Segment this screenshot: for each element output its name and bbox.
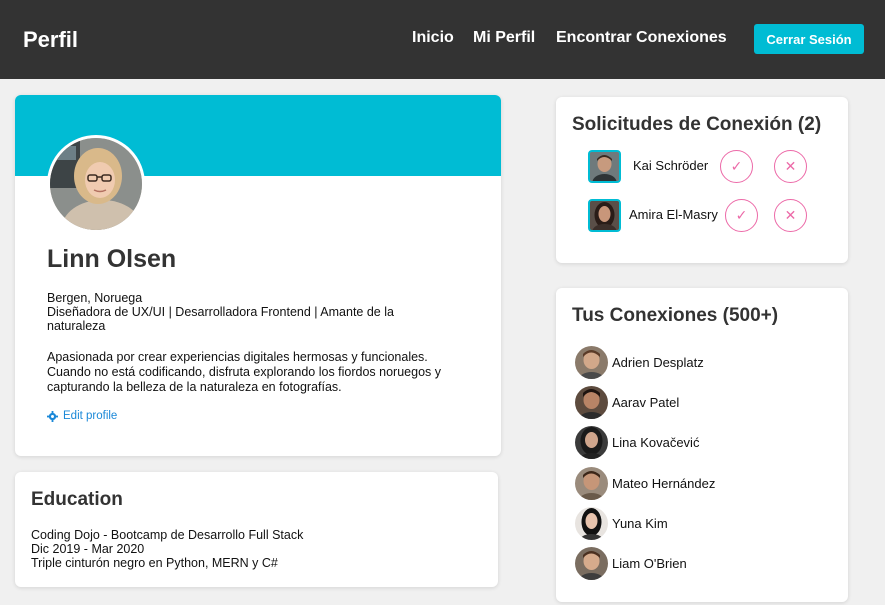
connections-title: Tus Conexiones (500+) [572, 305, 779, 326]
connection-requests-card: Solicitudes de Conexión (2) Kai Schröder… [556, 97, 848, 263]
profile-headline: Diseñadora de UX/UI | Desarrolladora Fro… [47, 305, 394, 333]
education-note: Triple cinturón negro en Python, MERN y … [31, 556, 278, 570]
avatar [588, 150, 621, 183]
avatar [588, 199, 621, 232]
check-icon: ✓ [730, 158, 743, 175]
logout-button[interactable]: Cerrar Sesión [754, 24, 864, 54]
connection-name: Aarav Patel [612, 394, 680, 410]
reject-request-button[interactable]: ✕ [774, 199, 807, 232]
request-row: Kai Schröder ✓ ✕ [556, 148, 848, 183]
connection-item[interactable]: Adrien Desplatz [575, 345, 704, 379]
connection-item[interactable]: Lina Kovačević [575, 425, 699, 459]
accept-request-button[interactable]: ✓ [725, 199, 758, 232]
education-title: Education [31, 489, 123, 510]
avatar [575, 385, 608, 419]
profile-meta: Bergen, Noruega Diseñadora de UX/UI | De… [47, 291, 447, 333]
accept-request-button[interactable]: ✓ [720, 150, 753, 183]
connection-item[interactable]: Aarav Patel [575, 385, 679, 419]
check-icon: ✓ [735, 207, 748, 224]
nav-link-encontrar-conexiones[interactable]: Encontrar Conexiones [556, 29, 727, 47]
edit-profile-link[interactable]: Edit profile [47, 410, 117, 422]
connection-item[interactable]: Yuna Kim [575, 506, 668, 540]
connection-name: Mateo Hernández [612, 475, 716, 491]
brand-title: Perfil [23, 27, 79, 52]
profile-location: Bergen, Noruega [47, 291, 143, 305]
connection-name: Yuna Kim [612, 515, 668, 531]
profile-card: Linn Olsen Bergen, Noruega Diseñadora de… [15, 95, 501, 456]
avatar [575, 425, 608, 459]
close-icon: ✕ [784, 158, 797, 175]
avatar [575, 506, 608, 540]
close-icon: ✕ [784, 207, 797, 224]
connection-name: Adrien Desplatz [612, 354, 704, 370]
edit-profile-label: Edit profile [63, 410, 118, 422]
top-navbar: Perfil Inicio Mi Perfil Encontrar Conexi… [0, 0, 885, 79]
connection-name: Lina Kovačević [612, 434, 700, 450]
avatar [575, 546, 608, 580]
nav-link-mi-perfil[interactable]: Mi Perfil [473, 29, 535, 47]
education-program: Coding Dojo - Bootcamp de Desarrollo Ful… [31, 528, 304, 542]
request-name: Kai Schröder [633, 158, 709, 173]
gear-icon [47, 410, 58, 422]
connection-item[interactable]: Mateo Hernández [575, 466, 715, 500]
nav-link-inicio[interactable]: Inicio [412, 29, 454, 47]
profile-bio: Apasionada por crear experiencias digita… [47, 350, 442, 394]
request-row: Amira El-Masry ✓ ✕ [556, 197, 848, 232]
connections-card: Tus Conexiones (500+) Adrien Desplatz Aa… [556, 288, 848, 602]
education-dates: Dic 2019 - Mar 2020 [31, 542, 145, 556]
connection-item[interactable]: Liam O'Brien [575, 546, 687, 580]
education-details: Coding Dojo - Bootcamp de Desarrollo Ful… [31, 528, 303, 570]
avatar [575, 345, 608, 379]
reject-request-button[interactable]: ✕ [774, 150, 807, 183]
avatar [575, 466, 608, 500]
request-name: Amira El-Masry [629, 207, 718, 222]
profile-name: Linn Olsen [47, 245, 177, 273]
connection-name: Liam O'Brien [612, 555, 687, 571]
requests-title: Solicitudes de Conexión (2) [572, 114, 822, 135]
education-card: Education Coding Dojo - Bootcamp de Desa… [15, 472, 498, 587]
profile-avatar [47, 135, 145, 233]
